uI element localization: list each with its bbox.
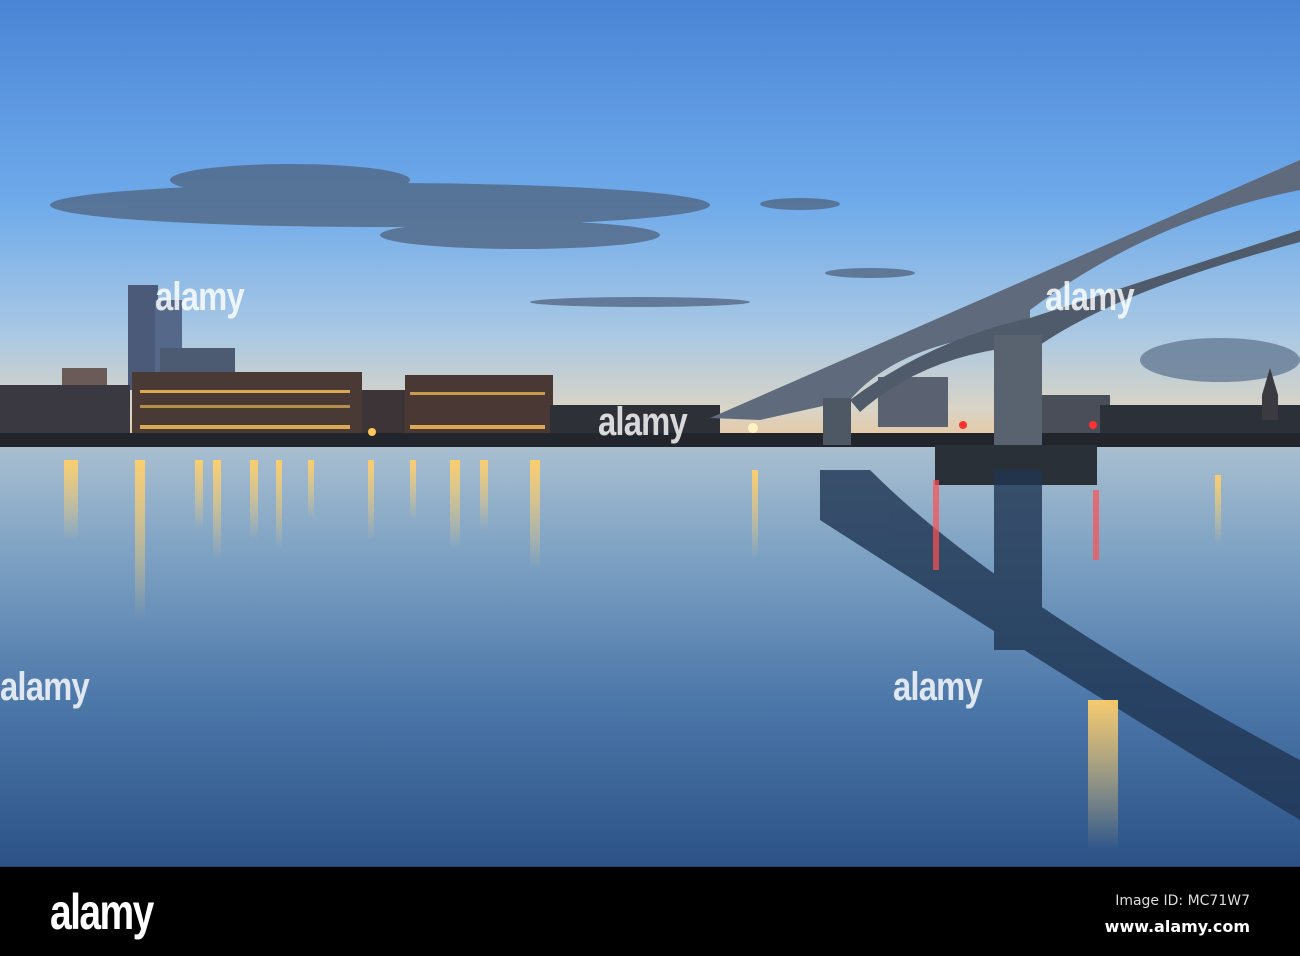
watermark: alamy (155, 275, 245, 319)
watermark: alamy (1045, 275, 1135, 319)
footer-bar: alamy Image ID: MC71W7 www.alamy.com (0, 866, 1300, 956)
alamy-logo: alamy (50, 884, 154, 940)
watermark: alamy (598, 400, 688, 444)
watermark: alamy (0, 665, 90, 709)
stock-photo: alamy alamy alamy alamy alamy alamy Imag… (0, 0, 1300, 956)
image-id: Image ID: MC71W7 (1115, 893, 1250, 909)
watermark: alamy (893, 665, 983, 709)
site-url: www.alamy.com (1104, 917, 1250, 936)
